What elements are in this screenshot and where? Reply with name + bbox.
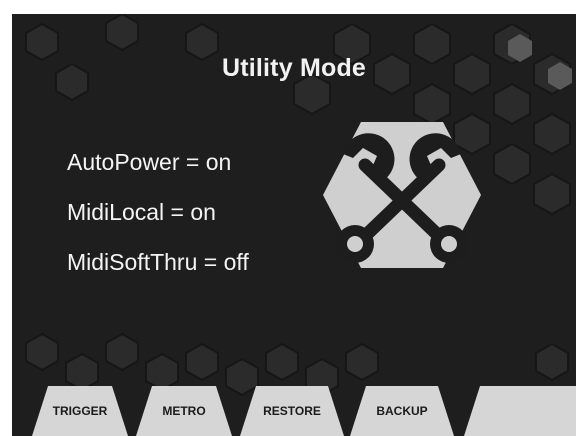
settings-list: AutoPower = on MidiLocal = on MidiSoftTh…: [67, 147, 249, 297]
softkey-metro[interactable]: METRO: [136, 382, 232, 436]
softkey-restore[interactable]: RESTORE: [240, 382, 344, 436]
setting-midisoftthru: MidiSoftThru = off: [67, 249, 249, 275]
screen-title: Utility Mode: [221, 54, 367, 82]
softkey-restore-label: RESTORE: [263, 404, 321, 418]
softkey-blank[interactable]: [464, 382, 576, 436]
lcd-screen: Utility Mode AutoPower = on MidiLocal = …: [12, 14, 576, 436]
softkey-metro-label: METRO: [162, 404, 206, 418]
device-frame: Utility Mode AutoPower = on MidiLocal = …: [0, 0, 576, 436]
softkey-bar: TRIGGER METRO RESTORE BACKUP: [12, 382, 576, 436]
softkey-backup-label: BACKUP: [376, 404, 428, 418]
softkey-backup[interactable]: BACKUP: [350, 382, 454, 436]
setting-midilocal: MidiLocal = on: [67, 199, 216, 225]
softkey-trigger-label: TRIGGER: [52, 404, 108, 418]
wrench-cross-icon: [323, 122, 481, 268]
softkey-trigger[interactable]: TRIGGER: [32, 382, 128, 436]
setting-autopower: AutoPower = on: [67, 149, 232, 175]
